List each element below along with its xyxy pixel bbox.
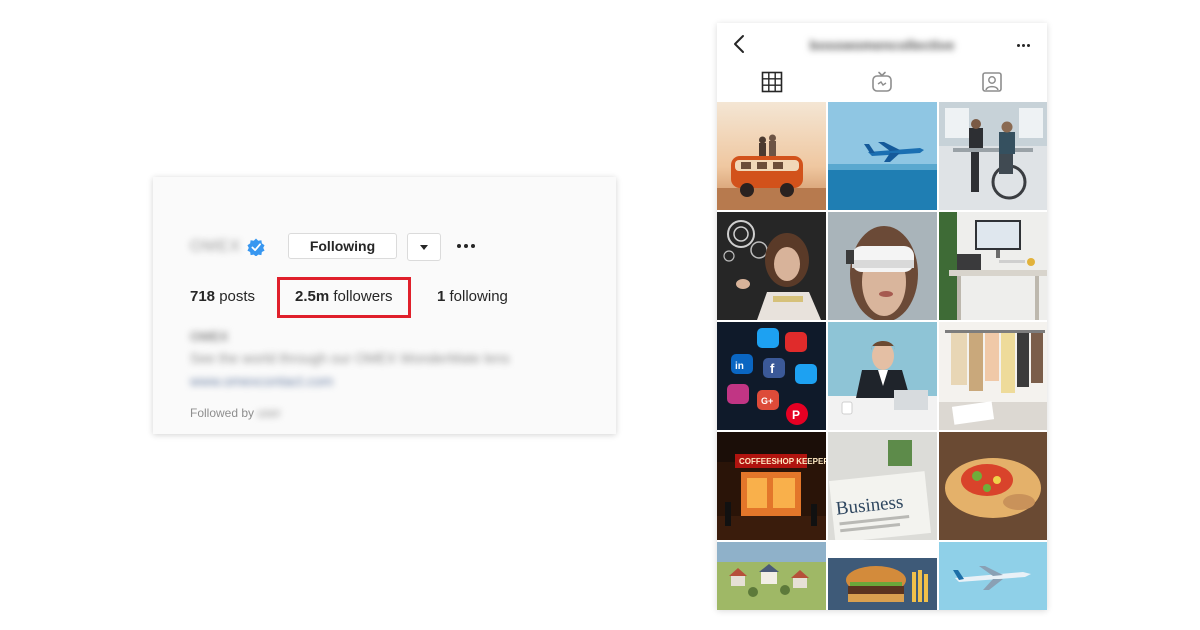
options-dots-icon xyxy=(1016,43,1020,47)
coffeeshop-sign-text: COFFEESHOP KEEPER xyxy=(739,457,826,466)
burger-image xyxy=(828,542,937,610)
van-beach-image xyxy=(717,102,826,210)
tab-tagged[interactable] xyxy=(937,62,1047,102)
newspaper-image: Business xyxy=(828,432,937,540)
post-tile[interactable] xyxy=(717,102,826,210)
desk-setup-image xyxy=(939,212,1047,320)
tab-igtv[interactable] xyxy=(827,62,937,102)
tagged-person-icon xyxy=(982,72,1002,92)
profile-feed-phone: bosswomencollective in f G+ P COFFEESHOP… xyxy=(717,23,1047,610)
feed-options-button[interactable] xyxy=(1013,37,1033,53)
coffeeshop-image: COFFEESHOP KEEPER xyxy=(717,432,826,540)
burrito-image xyxy=(939,432,1047,540)
social-apps-image: in f G+ P xyxy=(717,322,826,430)
clothing-rack-image xyxy=(939,322,1047,430)
tv-icon xyxy=(872,71,892,92)
suggestions-dropdown-button[interactable] xyxy=(407,233,441,261)
bio-text: See the world through our OMEX WonderMat… xyxy=(190,350,510,366)
miniature-town-image xyxy=(717,542,826,610)
post-tile[interactable] xyxy=(828,542,937,610)
post-tile[interactable] xyxy=(717,542,826,610)
post-tile[interactable] xyxy=(939,542,1047,610)
post-tile[interactable] xyxy=(939,432,1047,540)
following-link[interactable]: 1 following xyxy=(437,288,508,305)
post-tile[interactable] xyxy=(939,212,1047,320)
post-grid: in f G+ P COFFEESHOP KEEPER Business xyxy=(717,102,1047,610)
posts-count: 718 posts xyxy=(190,288,255,305)
profile-card: OMEX Following 718 posts 2.5m followers … xyxy=(153,177,616,434)
feed-handle: bosswomencollective xyxy=(809,37,955,53)
post-tile[interactable] xyxy=(939,102,1047,210)
vr-headset-image xyxy=(828,212,937,320)
businessman-image xyxy=(828,322,937,430)
svg-text:P: P xyxy=(792,408,800,422)
post-tile[interactable] xyxy=(717,212,826,320)
followed-by-prefix: Followed by xyxy=(190,406,255,420)
airplane-sky-image xyxy=(939,542,1047,610)
post-tile[interactable] xyxy=(828,322,937,430)
airplane-sea-image xyxy=(828,102,937,210)
office-image xyxy=(939,102,1047,210)
svg-text:in: in xyxy=(735,361,744,372)
followers-highlight-box xyxy=(277,277,411,318)
post-tile[interactable]: in f G+ P xyxy=(717,322,826,430)
following-button[interactable]: Following xyxy=(288,233,397,259)
svg-text:f: f xyxy=(770,361,775,376)
svg-text:G+: G+ xyxy=(761,396,773,406)
post-tile[interactable] xyxy=(939,322,1047,430)
post-tile[interactable] xyxy=(828,102,937,210)
profile-username[interactable]: OMEX xyxy=(190,238,241,256)
caret-down-icon xyxy=(420,244,428,250)
tab-grid[interactable] xyxy=(717,62,827,102)
post-tile[interactable]: COFFEESHOP KEEPER xyxy=(717,432,826,540)
feed-tab-bar xyxy=(717,62,1047,102)
more-dots-icon xyxy=(457,244,461,248)
followed-by[interactable]: Followed by user xyxy=(190,406,281,420)
bio-link[interactable]: www.omexcontact.com xyxy=(190,373,333,389)
feed-header: bosswomencollective xyxy=(717,23,1047,67)
posts-label: posts xyxy=(215,288,256,305)
post-tile[interactable]: Business xyxy=(828,432,937,540)
post-tile[interactable] xyxy=(828,212,937,320)
woman-hologram-image xyxy=(717,212,826,320)
more-options-button[interactable] xyxy=(453,235,479,257)
bio-name: OMEX xyxy=(190,329,229,344)
posts-value: 718 xyxy=(190,288,216,305)
username-row: OMEX xyxy=(190,233,265,261)
followed-by-name: user xyxy=(257,406,281,420)
following-label: following xyxy=(445,288,508,305)
verified-badge-icon xyxy=(247,238,265,256)
grid-icon xyxy=(761,71,783,93)
